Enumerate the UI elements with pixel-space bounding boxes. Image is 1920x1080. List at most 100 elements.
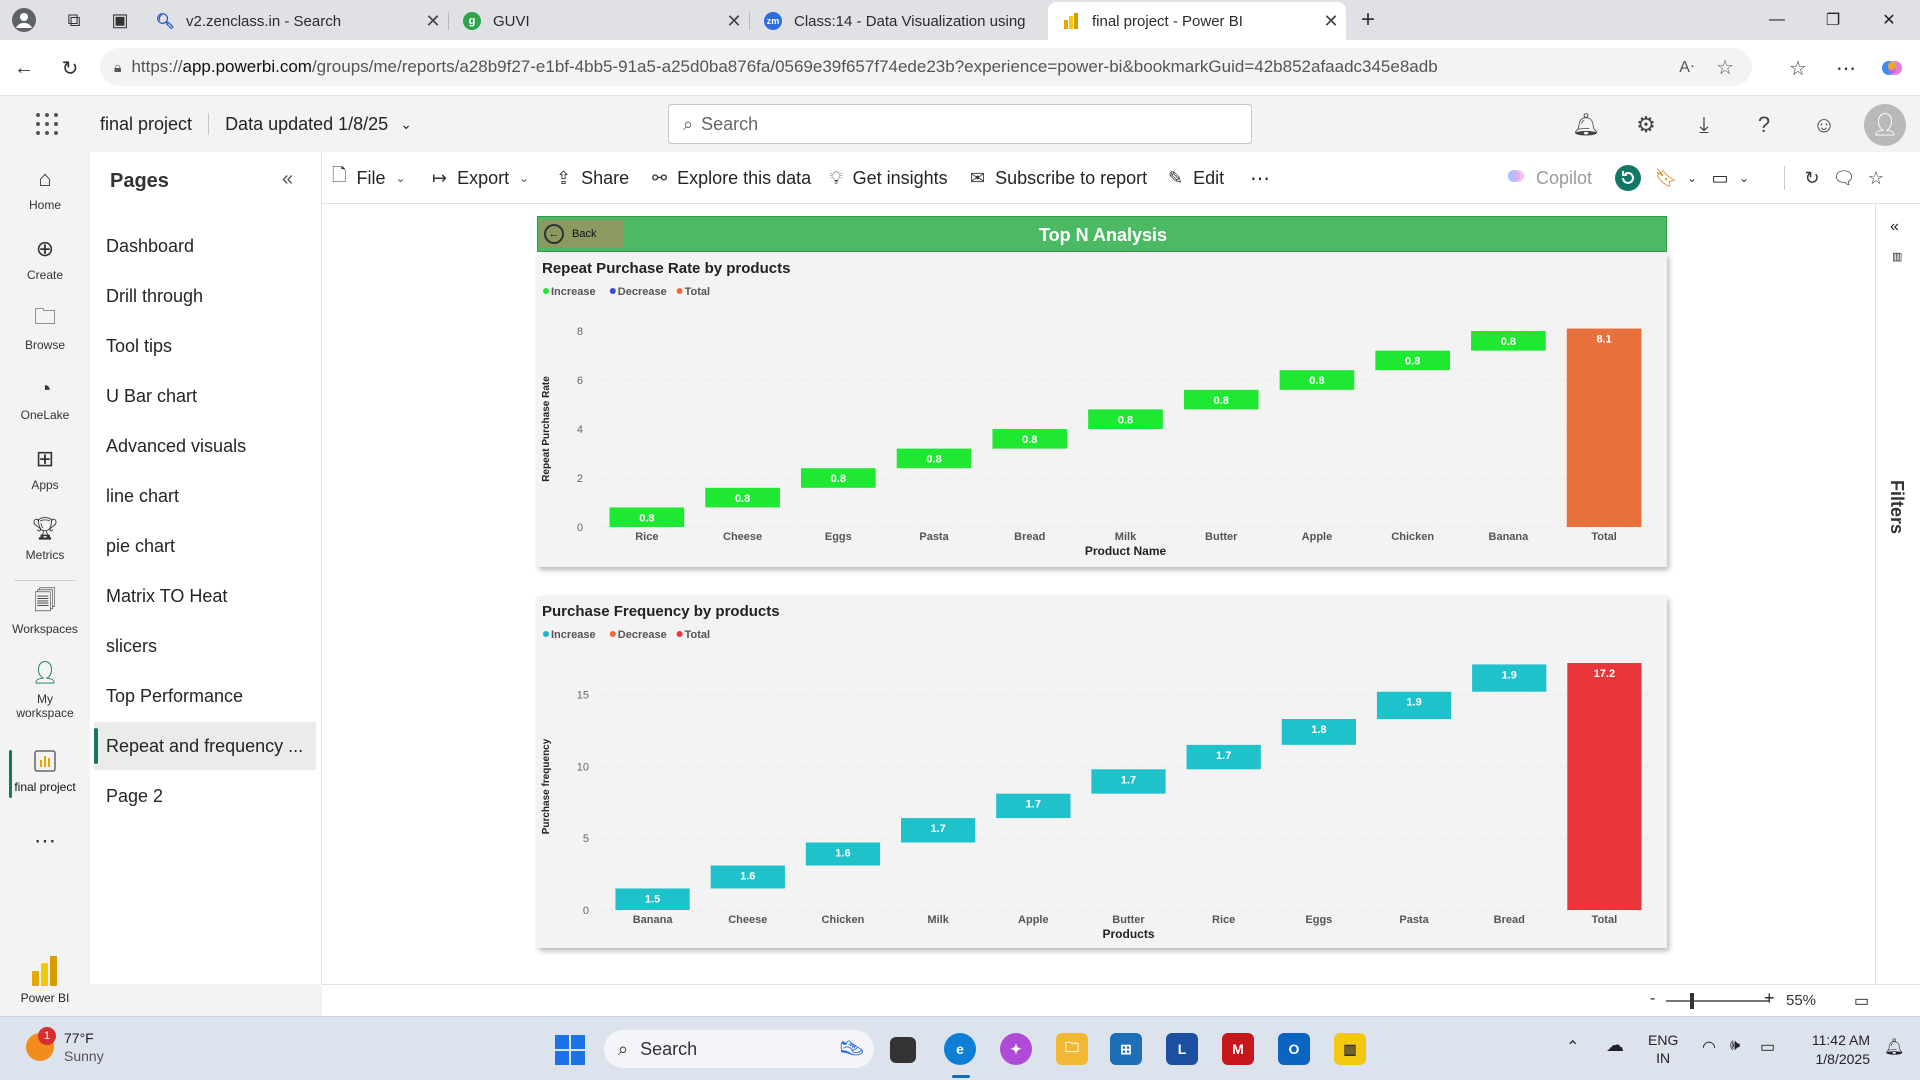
tab-powerbi[interactable]: final project - Power BI ✕ — [1048, 2, 1346, 40]
nav-metrics[interactable]: 🏆︎ Metrics — [0, 514, 90, 562]
comment-icon[interactable]: 🗨︎ — [1830, 164, 1858, 192]
download-icon[interactable]: ⤓ — [1690, 111, 1718, 139]
fit-to-page-icon[interactable]: ▭ — [1854, 991, 1869, 1011]
back-button[interactable]: ← Back — [540, 220, 624, 248]
minimize-icon[interactable]: — — [1754, 0, 1800, 40]
store-icon[interactable]: ⊞ — [1110, 1033, 1142, 1065]
notification-bell-icon[interactable]: 🔔︎ — [1884, 1037, 1904, 1057]
filters-pane[interactable]: « ▥ Filters — [1875, 204, 1920, 984]
get-insights-button[interactable]: 💡︎ Get insights — [830, 164, 948, 192]
nav-final-project[interactable]: final project — [0, 746, 90, 798]
more-options-icon[interactable]: ⋯ — [1250, 164, 1270, 192]
page-item[interactable]: Top Performance — [94, 672, 316, 720]
powerbi-brand[interactable]: Power BI — [0, 955, 90, 1005]
read-aloud-icon[interactable]: Aᐧ — [1679, 57, 1694, 77]
page-item-active[interactable]: Repeat and frequency ... — [94, 722, 316, 770]
data-updated[interactable]: Data updated 1/8/25 — [225, 114, 388, 135]
file-explorer-icon[interactable]: 🗀 — [1056, 1033, 1088, 1065]
zoom-slider-track[interactable] — [1666, 1000, 1770, 1002]
waterfall-chart-purchase-frequency[interactable]: Purchase Frequency by products Increase De… — [537, 596, 1667, 948]
page-item[interactable]: Advanced visuals — [94, 422, 316, 470]
nav-workspaces[interactable]: 🗐 Workspaces — [0, 588, 90, 636]
tab-class-14[interactable]: zm Class:14 - Data Visualization using — [750, 2, 1046, 40]
vertical-tabs-icon[interactable]: ▣ — [104, 4, 136, 36]
nav-home[interactable]: ⌂ Home — [0, 164, 90, 212]
new-tab-icon[interactable]: + — [1352, 4, 1384, 36]
page-item[interactable]: slicers — [94, 622, 316, 670]
more-options-icon[interactable]: ⋯ — [1830, 52, 1862, 84]
share-button[interactable]: ⇪ Share — [556, 164, 629, 192]
chevron-down-icon[interactable]: ⌄ — [1730, 164, 1758, 192]
task-view-icon[interactable] — [890, 1037, 916, 1063]
app-launcher-icon[interactable] — [34, 111, 60, 137]
zoom-level[interactable]: 55% — [1786, 992, 1816, 1009]
chevron-down-icon[interactable]: ⌄ — [1678, 164, 1706, 192]
favorite-star-icon[interactable]: ☆ — [1862, 164, 1890, 192]
nav-onelake[interactable]: ◔ OneLake — [0, 374, 90, 422]
copilot-button[interactable]: Copilot — [1506, 164, 1592, 192]
windows-start-icon[interactable] — [555, 1035, 585, 1065]
nav-my-workspace[interactable]: 👤︎ My workspace — [0, 658, 90, 721]
close-tab-icon[interactable]: ✕ — [418, 11, 448, 32]
nav-create[interactable]: ⊕ Create — [0, 234, 90, 282]
reset-icon[interactable] — [1614, 164, 1642, 192]
battery-icon[interactable]: ▭ — [1760, 1037, 1775, 1057]
restore-icon[interactable]: ❐ — [1810, 0, 1856, 40]
copilot-browser-icon[interactable] — [1876, 52, 1908, 84]
show-hidden-icons[interactable]: ⌃ — [1566, 1037, 1579, 1057]
notifications-icon[interactable]: 🔔︎ — [1572, 111, 1600, 139]
page-item[interactable]: Tool tips — [94, 322, 316, 370]
favorite-star-icon[interactable]: ☆ — [1716, 55, 1734, 80]
wifi-icon[interactable]: ◠ — [1702, 1037, 1716, 1057]
system-clock[interactable]: 11:42 AM 1/8/2025 — [1800, 1031, 1870, 1069]
outlook-icon[interactable]: O — [1278, 1033, 1310, 1065]
workspaces-tab-icon[interactable]: ⧉ — [58, 4, 90, 36]
settings-gear-icon[interactable]: ⚙ — [1632, 111, 1660, 139]
profile-icon[interactable] — [8, 4, 40, 36]
close-tab-icon[interactable]: ✕ — [719, 11, 749, 32]
file-menu[interactable]: 🗋 File ⌄ — [332, 164, 406, 192]
close-tab-icon[interactable]: ✕ — [1316, 11, 1346, 32]
page-item[interactable]: Dashboard — [94, 222, 316, 270]
page-item[interactable]: U Bar chart — [94, 372, 316, 420]
export-menu[interactable]: ↦ Export ⌄ — [432, 164, 529, 192]
weather-widget[interactable]: 1 77°F Sunny — [26, 1027, 104, 1065]
url-field[interactable]: 🔒︎ https://app.powerbi.com/groups/me/rep… — [100, 48, 1752, 86]
page-item[interactable]: pie chart — [94, 522, 316, 570]
report-name[interactable]: final project — [100, 114, 192, 135]
taskbar-search[interactable]: ⌕ Search 👟︎ — [604, 1030, 874, 1068]
edge-icon[interactable]: e — [944, 1033, 976, 1065]
zoom-out-icon[interactable]: - — [1650, 990, 1655, 1008]
language-indicator[interactable]: ENG IN — [1648, 1031, 1678, 1067]
page-item[interactable]: line chart — [94, 472, 316, 520]
subscribe-button[interactable]: ✉ Subscribe to report — [970, 164, 1147, 192]
linkedin-learning-icon[interactable]: L — [1166, 1033, 1198, 1065]
favorites-icon[interactable]: ☆ — [1782, 52, 1814, 84]
more-icon[interactable]: ⋯ — [0, 828, 90, 854]
mcafee-icon[interactable]: M — [1222, 1033, 1254, 1065]
refresh-icon[interactable]: ↻ — [54, 52, 86, 84]
help-icon[interactable]: ? — [1750, 111, 1778, 139]
refresh-visuals-icon[interactable]: ↻ — [1798, 164, 1826, 192]
volume-icon[interactable]: 🕪︎ — [1730, 1037, 1740, 1055]
onedrive-icon[interactable]: ☁ — [1606, 1035, 1624, 1056]
zoom-in-icon[interactable]: + — [1764, 988, 1775, 1009]
tab-zenclass-search[interactable]: 🔍︎ v2.zenclass.in - Search ✕ — [142, 2, 448, 40]
page-item[interactable]: Matrix TO Heat — [94, 572, 316, 620]
page-item[interactable]: Drill through — [94, 272, 316, 320]
edit-button[interactable]: ✎ Edit — [1168, 164, 1224, 192]
feedback-icon[interactable]: ☺ — [1810, 111, 1838, 139]
close-window-icon[interactable]: ✕ — [1866, 0, 1912, 40]
nav-apps[interactable]: ⊞ Apps — [0, 444, 90, 492]
chevron-down-icon[interactable]: ⌄ — [400, 116, 412, 133]
page-item[interactable]: Page 2 — [94, 772, 316, 820]
nav-browse[interactable]: 🗀 Browse — [0, 304, 90, 352]
copilot-app-icon[interactable]: ✦ — [1000, 1033, 1032, 1065]
collapse-pages-icon[interactable]: « — [282, 168, 293, 191]
tab-guvi[interactable]: g GUVI ✕ — [449, 2, 749, 40]
bookmark-icon[interactable]: 🔖︎ — [1652, 164, 1680, 192]
expand-filters-icon[interactable]: « — [1890, 218, 1899, 236]
waterfall-chart-repeat-purchase-rate[interactable]: Repeat Purchase Rate by products Increase… — [537, 253, 1667, 567]
explore-data-button[interactable]: ⚯ Explore this data — [652, 164, 811, 192]
powerbi-app-icon[interactable]: ▥ — [1334, 1033, 1366, 1065]
